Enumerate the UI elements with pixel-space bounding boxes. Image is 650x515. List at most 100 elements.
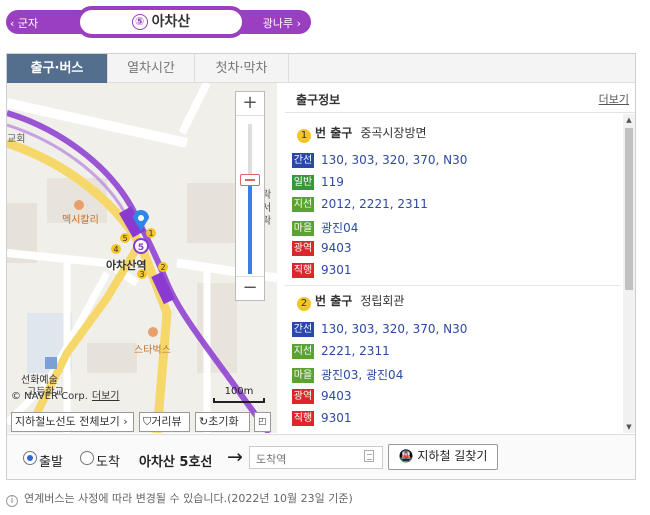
bus-routes[interactable]: 광진04 [321, 221, 358, 235]
scale-label: 100m [224, 386, 254, 397]
exit-destination: 중곡시장방면 [360, 126, 427, 140]
depart-radio[interactable] [23, 451, 37, 465]
scale-bar [213, 398, 265, 403]
restaurant-label: 멕시칼리 [62, 213, 99, 226]
distance-view-button[interactable]: ⛉거리뷰 [139, 412, 190, 432]
map-scale: 100m [213, 386, 265, 403]
exit-heading: 2 번 출구 정립회관 [297, 292, 404, 311]
bus-row: 마을 광진04 [292, 219, 358, 236]
bus-row: 광역 9403 [292, 389, 352, 405]
exit-heading: 1 번 출구 중곡시장방면 [297, 124, 427, 143]
bus-routes[interactable]: 119 [321, 175, 344, 189]
reset-label: 초기화 [208, 415, 239, 428]
notice-text: 연계버스는 사정에 따라 변경될 수 있습니다.(2022년 10월 23일 기… [24, 492, 353, 505]
depart-label[interactable]: 출발 [39, 451, 63, 470]
subway-icon: 🚇 [398, 449, 414, 463]
bus-row: 간선 130, 303, 320, 370, N30 [292, 153, 467, 169]
bus-routes[interactable]: 광진03, 광진04 [321, 368, 403, 382]
zoom-out-button[interactable]: − [236, 276, 264, 300]
bus-type-badge: 간선 [292, 153, 314, 168]
tab-train-times[interactable]: 열차시간 [108, 54, 195, 83]
distance-view-label: 거리뷰 [151, 415, 182, 428]
arrive-label[interactable]: 도착 [96, 451, 120, 470]
zoom-control: + − [235, 91, 265, 301]
tab-bar: 출구·버스 열차시간 첫차·막차 [7, 54, 635, 83]
exit-label: 번 출구 [315, 126, 353, 140]
hall-label-1: 선화예술 [21, 374, 58, 386]
bus-type-badge: 광역 [292, 389, 314, 404]
bus-routes[interactable]: 9301 [321, 411, 352, 425]
scroll-thumb[interactable] [625, 128, 633, 290]
exit-info-panel: 출구정보 더보기 1 번 출구 중곡시장방면 간선 130, 303, 320, 37… [285, 83, 635, 433]
bus-routes[interactable]: 2221, 2311 [321, 344, 390, 358]
prev-station-link[interactable]: ‹ 군자 [10, 15, 38, 31]
bus-routes[interactable]: 2012, 2221, 2311 [321, 197, 428, 211]
scroll-up-arrow[interactable]: ▲ [625, 116, 633, 124]
bus-type-badge: 직행 [292, 411, 314, 426]
bus-type-badge: 마을 [292, 368, 314, 383]
tab-first-last-train[interactable]: 첫차·막차 [195, 54, 289, 83]
bus-type-badge: 직행 [292, 263, 314, 278]
station-map[interactable]: 교회 멕시칼리 스타벅스 선화예술 고등학교 락 서 락 1 2 3 4 5 5… [7, 83, 277, 433]
next-station-link[interactable]: 광나루 › [263, 15, 301, 31]
exit-label: 번 출구 [315, 294, 353, 308]
bus-type-badge: 지선 [292, 344, 314, 359]
bus-row: 광역 9403 [292, 241, 352, 257]
bus-routes[interactable]: 130, 303, 320, 370, N30 [321, 322, 467, 336]
destination-input[interactable] [249, 446, 383, 469]
tab-exit-bus[interactable]: 출구·버스 [7, 54, 108, 83]
map-attribution: © NAVER Corp. 더보기 [11, 387, 120, 402]
exit-marker-2: 2 [160, 263, 165, 272]
bus-type-badge: 마을 [292, 221, 314, 236]
exit-number-badge: 2 [297, 297, 311, 311]
bus-row: 지선 2221, 2311 [292, 344, 390, 360]
bus-type-badge: 광역 [292, 241, 314, 256]
bus-type-badge: 일반 [292, 175, 314, 190]
exit-info-more-link[interactable]: 더보기 [599, 91, 629, 107]
bus-type-badge: 간선 [292, 322, 314, 337]
walk-icon: ⛉ [143, 415, 152, 428]
station-label: 아차산역 [106, 258, 146, 272]
current-station-name: 아차산 [151, 14, 191, 30]
map-expand-button[interactable]: ◰ [254, 412, 271, 432]
exit-marker-1: 1 [148, 229, 153, 238]
bus-type-badge: 지선 [292, 197, 314, 212]
exit-divider [285, 285, 621, 286]
copyright-text: © NAVER Corp. [11, 391, 88, 402]
station-list-icon[interactable] [364, 450, 374, 462]
exit-info-header: 출구정보 더보기 [285, 83, 635, 113]
zoom-slider-handle[interactable] [240, 174, 260, 186]
bus-routes[interactable]: 130, 303, 320, 370, N30 [321, 153, 467, 167]
bus-row: 간선 130, 303, 320, 370, N30 [292, 322, 467, 338]
reset-button[interactable]: ↻초기화 [195, 412, 250, 432]
bus-routes[interactable]: 9403 [321, 389, 352, 403]
find-route-button[interactable]: 🚇 지하철 길찾기 [388, 444, 498, 470]
exit-destination: 정립회관 [360, 294, 405, 308]
exit-marker-5: 5 [122, 234, 127, 243]
starbucks-label: 스타벅스 [134, 344, 171, 356]
exit-marker-4: 4 [113, 245, 118, 254]
line-number-marker: 5 [138, 243, 144, 253]
bus-row: 지선 2012, 2221, 2311 [292, 197, 428, 213]
station-nav: ‹ 군자 ⑤ 아차산 광나루 › [6, 6, 311, 38]
bus-row: 직행 9301 [292, 411, 352, 427]
arrive-radio[interactable] [80, 451, 94, 465]
line-number-badge: ⑤ [131, 14, 148, 30]
current-station: ⑤ 아차산 [76, 6, 246, 38]
all-lines-button[interactable]: 지하철노선도 전체보기 › [11, 412, 134, 432]
arrow-right-icon: → [227, 446, 243, 468]
exit-list[interactable]: 1 번 출구 중곡시장방면 간선 130, 303, 320, 370, N30 일반… [285, 114, 621, 433]
zoom-in-button[interactable]: + [236, 92, 264, 116]
info-icon: i [6, 495, 18, 507]
station-info-panel: 출구·버스 열차시간 첫차·막차 교회 멕시칼리 스타벅스 선화예술 고등학교 … [6, 53, 636, 480]
bus-routes[interactable]: 9301 [321, 263, 352, 277]
bus-row: 일반 119 [292, 175, 344, 191]
exit-number-badge: 1 [297, 129, 311, 143]
exit-list-scrollbar[interactable]: ▲ ▼ [623, 114, 635, 433]
bus-row: 직행 9301 [292, 263, 352, 279]
notice: i 연계버스는 사정에 따라 변경될 수 있습니다.(2022년 10월 23일 … [6, 490, 353, 507]
bus-routes[interactable]: 9403 [321, 241, 352, 255]
attribution-more-link[interactable]: 더보기 [92, 391, 120, 402]
scroll-down-arrow[interactable]: ▼ [625, 423, 633, 431]
origin-station-line: 아차산 5호선 [139, 455, 213, 470]
